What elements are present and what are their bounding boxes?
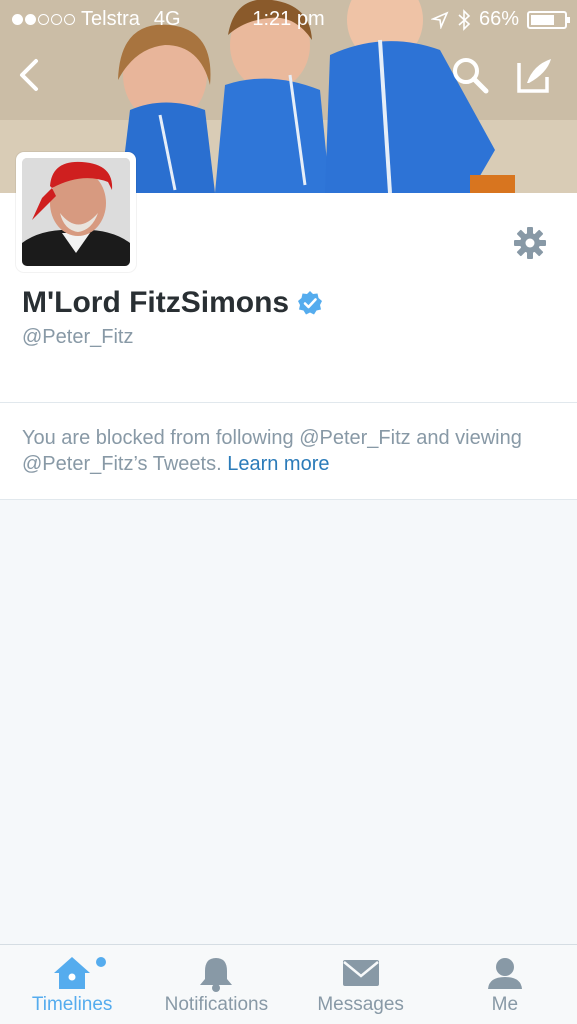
- profile-handle: @Peter_Fitz: [22, 326, 134, 348]
- clock: 1:21 pm: [252, 8, 325, 30]
- chevron-left-icon[interactable]: [12, 55, 52, 95]
- signal-strength-icon: [12, 14, 75, 25]
- profile-avatar[interactable]: [16, 152, 136, 272]
- network-label: 4G: [153, 8, 181, 30]
- tab-notifications[interactable]: Notifications: [144, 945, 288, 1024]
- carrier-label: Telstra: [81, 8, 140, 30]
- bell-icon: [200, 958, 233, 992]
- tab-label: Me: [491, 994, 519, 1015]
- home-icon: [54, 957, 91, 989]
- battery-icon: [527, 10, 570, 29]
- blocked-notice: You are blocked from following @Peter_Fi…: [0, 403, 577, 499]
- profile-name-row: M'Lord FitzSimons: [22, 286, 323, 320]
- status-bar: Telstra 4G 1:21 pm 66%: [0, 0, 577, 38]
- battery-percent: 66%: [478, 8, 519, 30]
- tab-timelines[interactable]: Timelines: [0, 945, 144, 1024]
- new-tweets-badge: [96, 957, 106, 967]
- learn-more-link[interactable]: Learn more: [227, 453, 329, 475]
- tab-label: Notifications: [164, 994, 269, 1015]
- profile-name: M'Lord FitzSimons: [22, 286, 290, 319]
- tab-label: Timelines: [31, 994, 113, 1015]
- envelope-icon: [342, 960, 379, 986]
- verified-badge-icon: [298, 291, 323, 315]
- avatar-photo: [22, 158, 130, 266]
- tab-me[interactable]: Me: [433, 945, 577, 1024]
- tab-messages[interactable]: Messages: [289, 945, 433, 1024]
- bluetooth-icon: [458, 8, 471, 31]
- tab-label: Messages: [317, 994, 404, 1015]
- person-icon: [487, 958, 522, 989]
- location-icon: [430, 10, 449, 29]
- tab-bar: Timelines Notifications Messages Me: [0, 944, 577, 1024]
- timeline-area: [0, 500, 577, 944]
- compose-tweet-icon[interactable]: [515, 55, 555, 95]
- search-icon[interactable]: [450, 55, 490, 95]
- gear-icon[interactable]: [512, 225, 548, 261]
